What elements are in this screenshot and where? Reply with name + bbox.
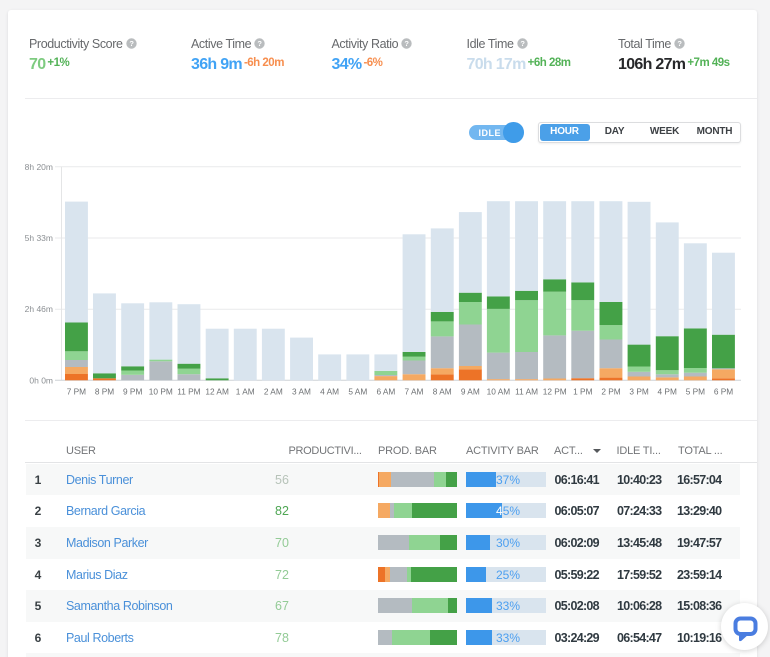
svg-text:11 PM: 11 PM [177,387,200,397]
svg-text:8h 20m: 8h 20m [25,162,53,172]
svg-text:2 AM: 2 AM [264,387,283,397]
svg-text:11 AM: 11 AM [515,387,538,397]
svg-text:12 PM: 12 PM [543,387,567,397]
svg-text:8 PM: 8 PM [95,387,114,397]
svg-text:4 AM: 4 AM [320,387,339,397]
svg-text:5 PM: 5 PM [686,387,705,397]
svg-text:2h 46m: 2h 46m [25,304,53,314]
svg-text:1 PM: 1 PM [573,387,592,397]
svg-text:7 AM: 7 AM [405,387,424,397]
svg-text:0h 0m: 0h 0m [29,375,53,385]
svg-text:10 PM: 10 PM [149,387,173,397]
svg-text:3 AM: 3 AM [292,387,311,397]
svg-text:2 PM: 2 PM [601,387,620,397]
svg-text:3 PM: 3 PM [629,387,648,397]
svg-text:10 AM: 10 AM [487,387,511,397]
svg-text:9 PM: 9 PM [123,387,142,397]
svg-text:8 AM: 8 AM [433,387,452,397]
svg-text:5h 33m: 5h 33m [25,233,53,243]
svg-text:6 AM: 6 AM [376,387,395,397]
svg-text:6 PM: 6 PM [714,387,733,397]
svg-text:12 AM: 12 AM [205,387,229,397]
svg-text:9 AM: 9 AM [461,387,480,397]
svg-text:1 AM: 1 AM [236,387,255,397]
svg-text:5 AM: 5 AM [348,387,367,397]
svg-text:4 PM: 4 PM [658,387,677,397]
svg-text:7 PM: 7 PM [67,387,86,397]
